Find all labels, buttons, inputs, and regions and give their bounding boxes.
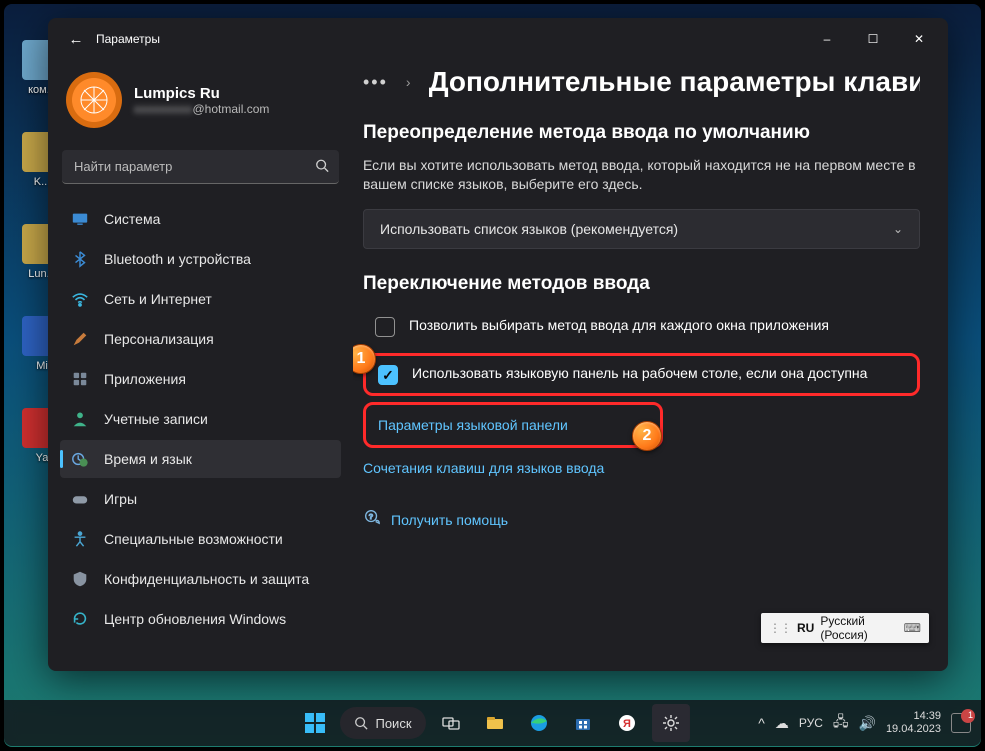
nav-system[interactable]: Система [60,200,341,238]
annotation-highlight-2: 2 Параметры языковой панели [363,402,663,448]
get-help-link[interactable]: Получить помощь [391,512,508,528]
section-switch-title: Переключение методов ввода [363,271,920,297]
profile-block[interactable]: Lumpics Ru xxxxxxxxx@hotmail.com [60,64,341,146]
nav-personalization[interactable]: Персонализация [60,320,341,358]
checkbox-label: Использовать языковую панель на рабочем … [412,364,867,384]
nav-apps[interactable]: Приложения [60,360,341,398]
page-title: Дополнительные параметры клавиа [429,66,920,98]
per-window-input-checkbox-row[interactable]: Позволить выбирать метод ввода для каждо… [363,306,920,347]
section-override-title: Переопределение метода ввода по умолчани… [363,120,920,146]
taskbar-search[interactable]: Поиск [339,707,425,739]
task-view-button[interactable] [432,704,470,742]
tray-network-icon[interactable]: 🖧 [833,711,849,735]
lang-code: RU [797,621,814,635]
nav-time-language[interactable]: Время и язык [60,440,341,478]
profile-email: xxxxxxxxx@hotmail.com [134,102,269,116]
annotation-marker-2: 2 [632,421,662,451]
section-override-desc: Если вы хотите использовать метод ввода,… [363,156,920,195]
annotation-highlight-1: 1 Использовать языковую панель на рабоче… [363,353,920,396]
clock-date: 19.04.2023 [886,723,941,736]
keyboard-icon: ⌨ [904,621,921,635]
settings-window: ← Параметры – ☐ ✕ Lumpics Ru xxxxxxxxx@h… [48,18,948,671]
search-box[interactable] [62,150,339,184]
svg-text:Я: Я [623,718,631,730]
wifi-icon [70,289,90,309]
nav-windows-update[interactable]: Центр обновления Windows [60,600,341,638]
language-bar-checkbox-row[interactable]: Использовать языковую панель на рабочем … [374,360,909,389]
tray-volume-icon[interactable]: 🔊 [859,715,876,732]
nav-label: Учетные записи [104,411,208,427]
nav-label: Специальные возможности [104,531,283,547]
apps-icon [70,369,90,389]
system-icon [70,209,90,229]
brush-icon [70,329,90,349]
grip-icon: ⋮⋮ [769,621,791,635]
nav-label: Время и язык [104,451,192,467]
gamepad-icon [70,489,90,509]
store-button[interactable] [564,704,602,742]
search-input[interactable] [62,150,339,184]
profile-name: Lumpics Ru [134,85,269,102]
tray-onedrive-icon[interactable]: ☁ [775,715,789,732]
lang-name: Русский (Россия) [820,614,897,642]
search-icon [315,159,329,176]
nav-label: Сеть и Интернет [104,291,212,307]
minimize-button[interactable]: – [804,18,850,60]
checkbox-checked[interactable] [378,365,398,385]
help-icon: ? [363,508,381,531]
explorer-button[interactable] [476,704,514,742]
taskbar-search-label: Поиск [375,716,411,731]
accessibility-icon [70,529,90,549]
nav-bluetooth[interactable]: Bluetooth и устройства [60,240,341,278]
shield-icon [70,569,90,589]
nav-label: Персонализация [104,331,214,347]
nav-accessibility[interactable]: Специальные возможности [60,520,341,558]
notifications-button[interactable]: 1 [951,713,971,733]
close-button[interactable]: ✕ [896,18,942,60]
taskbar: Поиск Я ^ ☁ РУС 🖧 🔊 14:39 19.04.2023 1 [4,700,981,746]
nav-label: Центр обновления Windows [104,611,286,627]
avatar [66,72,122,128]
checkbox-label: Позволить выбирать метод ввода для каждо… [409,316,829,336]
breadcrumb-overflow[interactable]: ••• [363,72,388,93]
yandex-button[interactable]: Я [608,704,646,742]
nav-label: Bluetooth и устройства [104,251,251,267]
nav-network[interactable]: Сеть и Интернет [60,280,341,318]
nav-label: Игры [104,491,137,507]
nav-label: Конфиденциальность и защита [104,571,309,587]
settings-taskbar-button[interactable] [652,704,690,742]
language-bar-options-link[interactable]: Параметры языковой панели [378,411,648,439]
floating-language-bar[interactable]: ⋮⋮ RU Русский (Россия) ⌨ [761,613,929,643]
person-icon [70,409,90,429]
desktop-icon-label: Ya [36,452,49,464]
tray-language[interactable]: РУС [799,716,823,730]
nav-gaming[interactable]: Игры [60,480,341,518]
tray-chevron-icon[interactable]: ^ [758,715,765,731]
clock-time: 14:39 [913,710,941,723]
chevron-down-icon: ⌄ [893,222,903,236]
annotation-marker-1: 1 [353,344,376,374]
edge-button[interactable] [520,704,558,742]
nav-accounts[interactable]: Учетные записи [60,400,341,438]
window-title: Параметры [96,32,160,46]
nav-label: Система [104,211,160,227]
update-icon [70,609,90,629]
nav-privacy[interactable]: Конфиденциальность и защита [60,560,341,598]
checkbox-unchecked[interactable] [375,317,395,337]
language-hotkeys-link[interactable]: Сочетания клавиш для языков ввода [363,454,920,482]
start-button[interactable] [295,704,333,742]
maximize-button[interactable]: ☐ [850,18,896,60]
chevron-right-icon: › [406,74,411,90]
dropdown-value: Использовать список языков (рекомендуетс… [380,221,678,237]
svg-text:?: ? [369,512,373,521]
nav-label: Приложения [104,371,186,387]
taskbar-clock[interactable]: 14:39 19.04.2023 [886,710,941,735]
back-button[interactable]: ← [62,25,90,53]
bluetooth-icon [70,249,90,269]
clock-globe-icon [70,449,90,469]
default-input-method-dropdown[interactable]: Использовать список языков (рекомендуетс… [363,209,920,249]
desktop-icon-label: Mi [36,360,48,372]
